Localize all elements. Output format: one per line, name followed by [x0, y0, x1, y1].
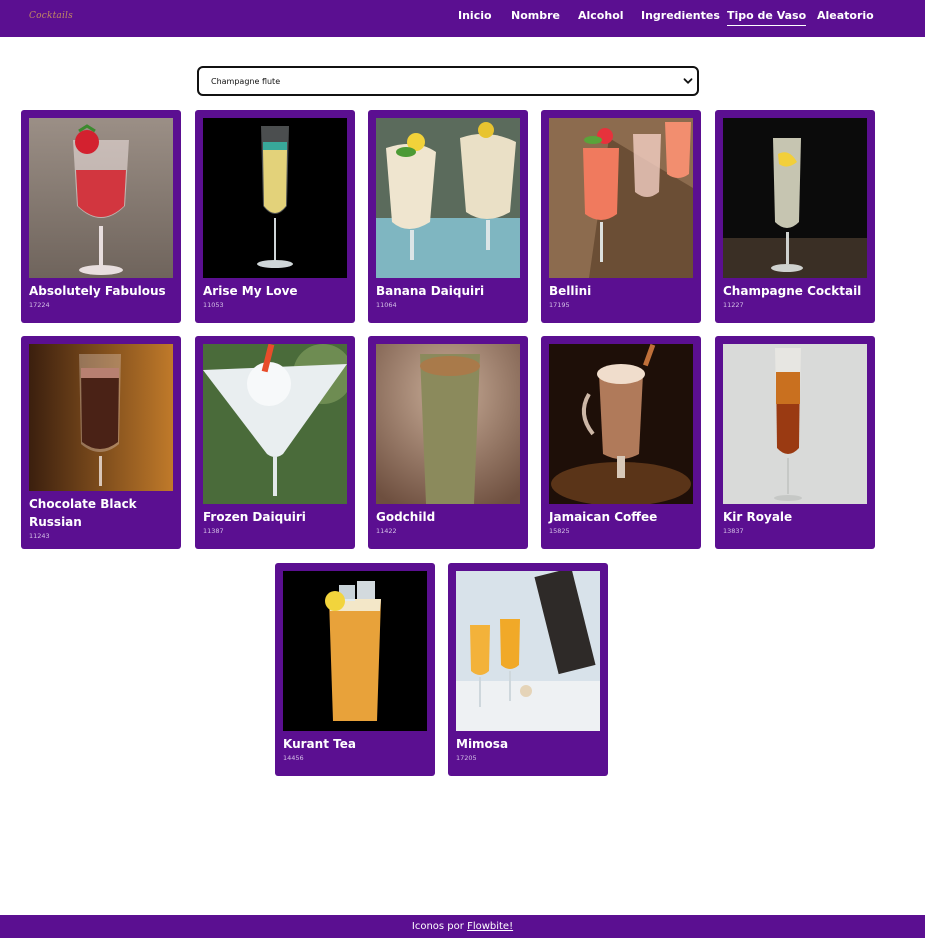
drink-image [376, 344, 520, 504]
drink-id: 17205 [456, 754, 477, 762]
flowbite-link[interactable]: Flowbite! [467, 921, 513, 932]
drink-card-kurant-tea[interactable]: Kurant Tea 14456 [275, 563, 435, 776]
page: Cocktails Inicio Nombre Alcohol Ingredie… [0, 0, 925, 938]
drink-name: Kurant Tea [283, 737, 356, 751]
drink-card-kir-royale[interactable]: Kir Royale 13837 [715, 336, 875, 549]
drink-id: 15825 [549, 527, 570, 535]
nav-item-nombre[interactable]: Nombre [511, 9, 560, 23]
drink-name: Arise My Love [203, 284, 298, 298]
drink-image [283, 571, 427, 731]
drink-name: Mimosa [456, 737, 509, 751]
drink-id: 14456 [283, 754, 304, 762]
drink-id: 11053 [203, 301, 224, 309]
drink-name: Jamaican Coffee [549, 510, 658, 524]
nav-item-inicio[interactable]: Inicio [458, 9, 492, 23]
drink-id: 11387 [203, 527, 224, 535]
drink-name: Godchild [376, 510, 436, 524]
navbar: Cocktails Inicio Nombre Alcohol Ingredie… [0, 0, 925, 37]
drink-image [29, 344, 173, 491]
logo[interactable]: Cocktails [29, 11, 73, 21]
drink-image [723, 118, 867, 278]
drink-id: 17224 [29, 301, 50, 309]
drink-image [723, 344, 867, 504]
drink-id: 11243 [29, 532, 50, 540]
drink-id: 11064 [376, 301, 397, 309]
drink-id: 17195 [549, 301, 570, 309]
drink-card-arise-my-love[interactable]: Arise My Love 11053 [195, 110, 355, 323]
drink-card-banana-daiquiri[interactable]: Banana Daiquiri 11064 [368, 110, 528, 323]
drink-name: Bellini [549, 284, 592, 298]
footer: Iconos por Flowbite! [0, 915, 925, 938]
drink-image [549, 344, 693, 504]
glass-type-select[interactable]: Champagne flute [197, 66, 699, 96]
drink-image [203, 118, 347, 278]
nav-item-tipo-de-vaso[interactable]: Tipo de Vaso [727, 9, 807, 26]
drink-name: Chocolate Black Russian [29, 497, 137, 529]
drink-card-absolutely-fabulous[interactable]: Absolutely Fabulous 17224 [21, 110, 181, 323]
drink-card-godchild[interactable]: Godchild 11422 [368, 336, 528, 549]
drink-name: Absolutely Fabulous [29, 284, 166, 298]
drink-id: 11422 [376, 527, 397, 535]
drink-card-bellini[interactable]: Bellini 17195 [541, 110, 701, 323]
drink-card-frozen-daiquiri[interactable]: Frozen Daiquiri 11387 [195, 336, 355, 549]
drink-name: Frozen Daiquiri [203, 510, 306, 524]
drink-card-champagne-cocktail[interactable]: Champagne Cocktail 11227 [715, 110, 875, 323]
drink-id: 13837 [723, 527, 744, 535]
drink-name: Banana Daiquiri [376, 284, 485, 298]
nav-item-aleatorio[interactable]: Aleatorio [817, 9, 874, 23]
nav-item-ingredientes[interactable]: Ingredientes [641, 9, 720, 23]
chevron-down-icon [683, 78, 693, 84]
drink-name: Champagne Cocktail [723, 284, 862, 298]
drink-image [549, 118, 693, 278]
drink-id: 11227 [723, 301, 744, 309]
drink-image [203, 344, 347, 504]
drink-card-jamaican-coffee[interactable]: Jamaican Coffee 15825 [541, 336, 701, 549]
nav-item-alcohol[interactable]: Alcohol [578, 9, 624, 23]
drink-image [29, 118, 173, 278]
drink-card-mimosa[interactable]: Mimosa 17205 [448, 563, 608, 776]
drink-card-chocolate-black-russian[interactable]: Chocolate Black Russian 11243 [21, 336, 181, 549]
drink-image [456, 571, 600, 731]
drink-name: Kir Royale [723, 510, 793, 524]
glass-type-select-value: Champagne flute [211, 77, 281, 86]
footer-text: Iconos por [411, 921, 468, 932]
drink-image [376, 118, 520, 278]
